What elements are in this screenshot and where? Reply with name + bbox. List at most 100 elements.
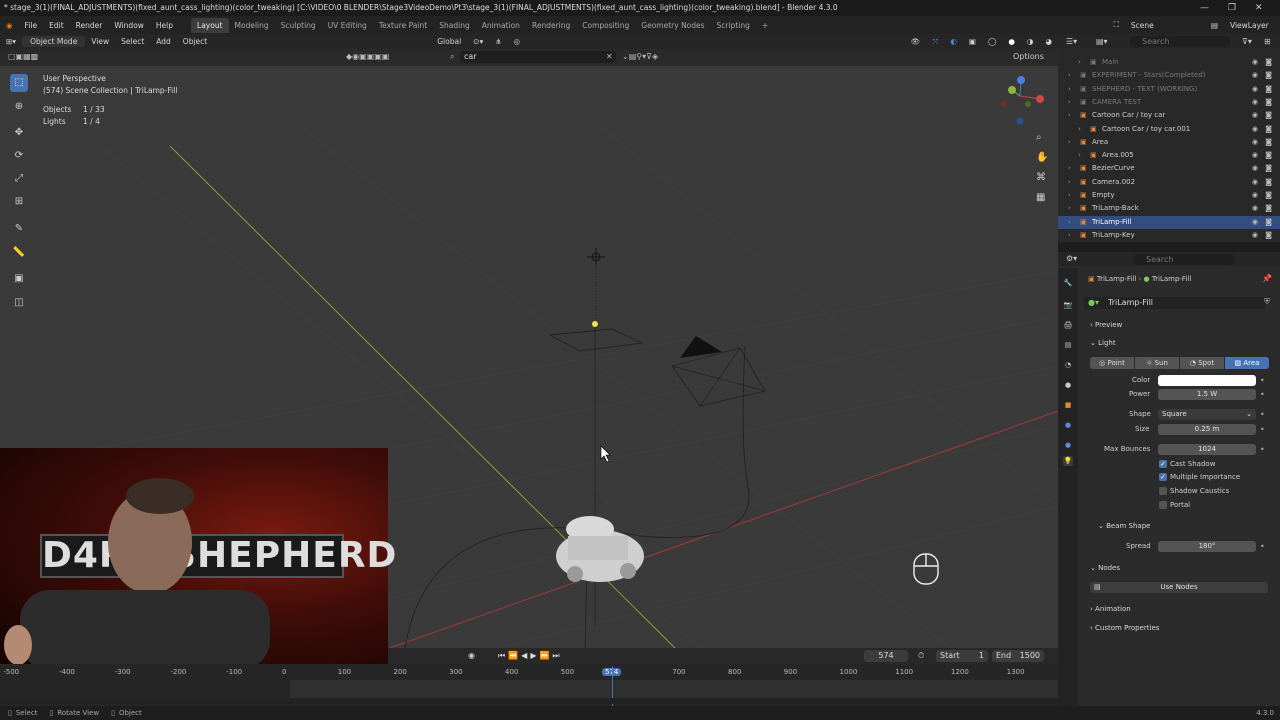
expand-arrow-icon[interactable]: ›: [1068, 96, 1071, 109]
modifiers-tab-icon[interactable]: ●: [1063, 420, 1073, 430]
pivot-icon[interactable]: ⊙▾: [467, 37, 489, 46]
expand-arrow-icon[interactable]: ›: [1068, 202, 1071, 215]
start-frame-field[interactable]: Start 1: [936, 650, 988, 662]
visibility-eye-icon[interactable]: ◉: [1252, 162, 1258, 175]
visibility-eye-icon[interactable]: ◉: [1252, 83, 1258, 96]
constraints-tab-icon[interactable]: ●: [1063, 440, 1073, 450]
menu-render[interactable]: Render: [70, 21, 109, 30]
current-frame-field[interactable]: 574: [864, 650, 908, 662]
expand-arrow-icon[interactable]: ›: [1078, 123, 1081, 136]
outliner-row[interactable]: › ▣ Area ◉ ◙: [1058, 136, 1280, 149]
visibility-eye-icon[interactable]: ◉: [1252, 123, 1258, 136]
clear-search-icon[interactable]: ✕: [606, 52, 613, 61]
outliner-row[interactable]: › ▣ TriLamp-Fill ◉ ◙: [1058, 215, 1280, 229]
filter-types-icons[interactable]: ◆◉▣▣▣▣: [346, 52, 389, 61]
expand-arrow-icon[interactable]: ›: [1068, 216, 1071, 229]
tab-animation[interactable]: Animation: [476, 18, 526, 33]
view-layer-tab-icon[interactable]: ▤: [1063, 340, 1073, 350]
outliner-row[interactable]: › ▣ EXPERIMENT - Stars(Completed) ◉ ◙: [1058, 69, 1280, 82]
visibility-eye-icon[interactable]: ◉: [1252, 96, 1258, 109]
maximize-icon[interactable]: ❐: [1228, 0, 1236, 16]
size-field[interactable]: 0.25 m: [1158, 424, 1256, 435]
menu-window[interactable]: Window: [108, 21, 150, 30]
menu-object[interactable]: Object: [177, 37, 213, 46]
render-camera-icon[interactable]: ◙: [1265, 69, 1272, 82]
light-section[interactable]: ⌄ Light: [1090, 339, 1116, 347]
tab-texture-paint[interactable]: Texture Paint: [373, 18, 433, 33]
expand-arrow-icon[interactable]: ›: [1068, 69, 1071, 82]
snap-icon[interactable]: ⋔: [489, 37, 507, 46]
keyframe-dot-icon[interactable]: •: [1260, 410, 1265, 419]
multiple-importance-checkbox[interactable]: ✓: [1159, 473, 1167, 481]
outliner-editor-icon[interactable]: ☰▾: [1066, 37, 1077, 46]
shape-dropdown[interactable]: Square ⌄: [1158, 409, 1256, 420]
render-tab-icon[interactable]: 📷: [1063, 300, 1073, 310]
light-type-spot[interactable]: ◔ Spot: [1180, 357, 1224, 369]
render-camera-icon[interactable]: ◙: [1265, 56, 1272, 69]
shading-wireframe-icon[interactable]: ◯: [982, 37, 1002, 46]
select-box-tool-icon[interactable]: ⬚: [10, 74, 28, 92]
visibility-icon[interactable]: 👁: [905, 37, 927, 46]
gizmo-toggle-icon[interactable]: ⤧: [926, 37, 944, 47]
visibility-eye-icon[interactable]: ◉: [1252, 202, 1258, 215]
shading-rendered-icon[interactable]: ◕: [1039, 37, 1058, 46]
keyframe-dot-icon[interactable]: •: [1260, 376, 1265, 385]
visibility-eye-icon[interactable]: ◉: [1252, 69, 1258, 82]
power-field[interactable]: 1.5 W: [1158, 389, 1256, 400]
light-type-sun[interactable]: ☼ Sun: [1135, 357, 1179, 369]
outliner-row[interactable]: › ▣ CAMERA TEST ◉ ◙: [1058, 96, 1280, 109]
sync-icon[interactable]: ◉: [468, 651, 475, 660]
render-camera-icon[interactable]: ◙: [1265, 109, 1272, 122]
add-cube-tool-icon[interactable]: ▣: [10, 270, 28, 288]
scene-selector[interactable]: Scene: [1125, 21, 1205, 30]
expand-arrow-icon[interactable]: ›: [1068, 162, 1071, 175]
shadow-caustics-checkbox[interactable]: [1159, 487, 1167, 495]
tab-shading[interactable]: Shading: [433, 18, 475, 33]
render-camera-icon[interactable]: ◙: [1265, 149, 1272, 162]
new-collection-icon[interactable]: ⊞: [1264, 37, 1271, 46]
outliner-row[interactable]: › ▣ Empty ◉ ◙: [1058, 189, 1280, 202]
render-camera-icon[interactable]: ◙: [1265, 123, 1272, 136]
outliner-row[interactable]: › ▣ Main ◉ ◙: [1058, 56, 1280, 69]
expand-arrow-icon[interactable]: ›: [1078, 149, 1081, 162]
measure-tool-icon[interactable]: 📏: [10, 244, 28, 262]
zoom-icon[interactable]: ⌕: [1036, 132, 1042, 143]
move-tool-icon[interactable]: ✥: [10, 124, 28, 142]
stopwatch-icon[interactable]: ⏱: [918, 651, 924, 661]
tab-scripting[interactable]: Scripting: [711, 18, 756, 33]
select-mode-icons[interactable]: ▢▣▦▩: [8, 52, 38, 61]
proportional-edit-icon[interactable]: ◎: [508, 37, 527, 46]
output-tab-icon[interactable]: 🖨: [1063, 320, 1073, 330]
menu-view[interactable]: View: [85, 37, 115, 46]
use-nodes-button[interactable]: ▤ Use Nodes: [1090, 582, 1268, 593]
nodes-section[interactable]: ⌄ Nodes: [1090, 564, 1120, 572]
preview-section[interactable]: › Preview: [1090, 321, 1122, 329]
properties-editor-icon[interactable]: ⚙▾: [1066, 254, 1077, 263]
tab-compositing[interactable]: Compositing: [576, 18, 635, 33]
tab-uv-editing[interactable]: UV Editing: [322, 18, 373, 33]
expand-arrow-icon[interactable]: ›: [1068, 176, 1071, 189]
outliner-row[interactable]: › ▣ Cartoon Car / toy car ◉ ◙: [1058, 109, 1280, 122]
light-type-point[interactable]: ◎ Point: [1090, 357, 1134, 369]
overlay-toggle-icon[interactable]: ◐: [944, 37, 963, 46]
expand-arrow-icon[interactable]: ›: [1068, 189, 1071, 202]
expand-arrow-icon[interactable]: ›: [1068, 109, 1071, 122]
tab-rendering[interactable]: Rendering: [526, 18, 576, 33]
object-tab-icon[interactable]: ■: [1063, 400, 1073, 410]
scale-tool-icon[interactable]: ⤢: [10, 170, 28, 188]
ortho-grid-icon[interactable]: ▦: [1036, 192, 1045, 203]
visibility-eye-icon[interactable]: ◉: [1252, 216, 1258, 229]
camera-view-icon[interactable]: ⌘: [1036, 172, 1046, 183]
render-camera-icon[interactable]: ◙: [1265, 136, 1272, 149]
custom-properties-section[interactable]: › Custom Properties: [1090, 624, 1159, 632]
timeline-scrollbar[interactable]: [0, 698, 1058, 704]
spread-field[interactable]: 180°: [1158, 541, 1256, 552]
keyframe-dot-icon[interactable]: •: [1260, 425, 1265, 434]
light-type-area[interactable]: ▧ Area: [1225, 357, 1269, 369]
cursor-tool-icon[interactable]: ⊕: [10, 98, 28, 116]
properties-search-input[interactable]: Search: [1134, 254, 1234, 265]
animation-section[interactable]: › Animation: [1090, 605, 1131, 613]
annotate-tool-icon[interactable]: ✎: [10, 220, 28, 238]
viewport-search-input[interactable]: car: [460, 51, 616, 63]
rotate-tool-icon[interactable]: ⟳: [10, 147, 28, 165]
